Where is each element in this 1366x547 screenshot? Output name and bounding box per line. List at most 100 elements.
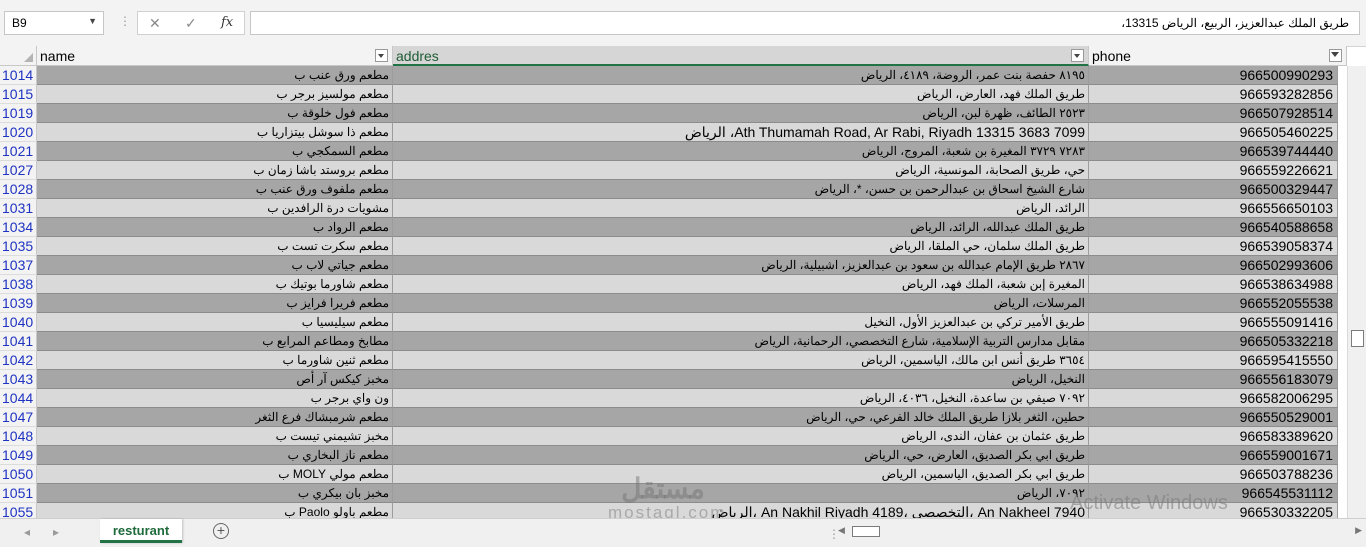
cell-phone[interactable]: 966505460225: [1089, 123, 1338, 142]
cell-address[interactable]: An Nakheel 7940 ،التخصصي ،An Nakhil Riya…: [393, 503, 1089, 518]
cell-phone[interactable]: 966505332218: [1089, 332, 1338, 351]
cell-address[interactable]: حي، طريق الصحابة، المونسية، الرياض: [393, 161, 1089, 180]
cell-phone[interactable]: 966559001671: [1089, 446, 1338, 465]
cell-name[interactable]: مطعم ذا سوشل بيتزاريا ب: [37, 123, 393, 142]
cell-phone[interactable]: 966530332205: [1089, 503, 1338, 518]
cell-phone[interactable]: 966539058374: [1089, 237, 1338, 256]
cell-address[interactable]: شارع الشيخ اسحاق بن عبدالرحمن بن حسن، *،…: [393, 180, 1089, 199]
cell-phone[interactable]: 966556183079: [1089, 370, 1338, 389]
cell-address[interactable]: طريق الملك فهد، العارض، الرياض: [393, 85, 1089, 104]
cell-name[interactable]: مشويات درة الرافدين ب: [37, 199, 393, 218]
cell-phone[interactable]: 966538634988: [1089, 275, 1338, 294]
chevron-down-icon[interactable]: ▼: [88, 16, 97, 26]
row-number[interactable]: 1043: [0, 370, 37, 389]
cell-address[interactable]: ٣٦٥٤ طريق أنس ابن مالك، الياسمين، الرياض: [393, 351, 1089, 370]
cell-address[interactable]: ٧٢٨٣ ٣٧٢٩ المغيرة بن شعبة، المروج، الريا…: [393, 142, 1089, 161]
name-box[interactable]: B9 ▼: [4, 11, 104, 35]
row-number[interactable]: 1055: [0, 503, 37, 518]
cell-name[interactable]: مطعم باولو Paolo ب: [37, 503, 393, 518]
cell-phone[interactable]: 966556650103: [1089, 199, 1338, 218]
row-number[interactable]: 1041: [0, 332, 37, 351]
row-number[interactable]: 1028: [0, 180, 37, 199]
row-number[interactable]: 1039: [0, 294, 37, 313]
scroll-left-icon[interactable]: ◀: [838, 525, 845, 536]
cell-phone[interactable]: 966500990293: [1089, 66, 1338, 85]
cell-address[interactable]: طريق الملك سلمان، حي الملقا، الرياض: [393, 237, 1089, 256]
sheet-tab-resturant[interactable]: resturant: [100, 519, 182, 543]
cell-address[interactable]: طريق عثمان بن عفان، الندى، الرياض: [393, 427, 1089, 446]
cell-name[interactable]: مطابخ ومطاعم المرابع ب: [37, 332, 393, 351]
filter-active-icon[interactable]: [1329, 49, 1342, 62]
cell-name[interactable]: مخبز بان بيكري ب: [37, 484, 393, 503]
cell-name[interactable]: مطعم ناز البخاري ب: [37, 446, 393, 465]
cell-name[interactable]: مخبز كيكس آر أص: [37, 370, 393, 389]
cell-phone[interactable]: 966507928514: [1089, 104, 1338, 123]
cell-name[interactable]: مطعم مولي MOLY ب: [37, 465, 393, 484]
formula-input[interactable]: طريق الملك عبدالعزيز، الربيع، الرياض 133…: [250, 11, 1360, 35]
cell-name[interactable]: مطعم بروستد باشا زمان ب: [37, 161, 393, 180]
cell-name[interactable]: مطعم مولسيز برجر ب: [37, 85, 393, 104]
cell-address[interactable]: حطين، الثغر بلازا طريق الملك خالد الفرعي…: [393, 408, 1089, 427]
row-number[interactable]: 1049: [0, 446, 37, 465]
row-number[interactable]: 1034: [0, 218, 37, 237]
cell-address[interactable]: ٨١٩٥ حفصة بنت عمر، الروضة، ٤١٨٩، الرياض: [393, 66, 1089, 85]
row-number[interactable]: 1048: [0, 427, 37, 446]
row-number[interactable]: 1014: [0, 66, 37, 85]
cell-address[interactable]: 7099 Ath Thumamah Road, Ar Rabi, Riyadh …: [393, 123, 1089, 142]
cell-address[interactable]: مقابل مدارس التربية الإسلامية، شارع التخ…: [393, 332, 1089, 351]
cell-phone[interactable]: 966555091416: [1089, 313, 1338, 332]
cell-address[interactable]: ٧٠٩٢، الرياض: [393, 484, 1089, 503]
row-number[interactable]: 1047: [0, 408, 37, 427]
row-number[interactable]: 1035: [0, 237, 37, 256]
cell-name[interactable]: مطعم شاورما بوتيك ب: [37, 275, 393, 294]
column-header-name[interactable]: name: [37, 46, 393, 66]
cell-name[interactable]: مطعم السمكجي ب: [37, 142, 393, 161]
cell-phone[interactable]: 966503788236: [1089, 465, 1338, 484]
row-number[interactable]: 1015: [0, 85, 37, 104]
filter-dropdown-icon[interactable]: [1071, 49, 1084, 62]
add-sheet-icon[interactable]: +: [213, 523, 229, 539]
vertical-scroll-thumb[interactable]: [1351, 330, 1364, 347]
insert-function-icon[interactable]: fx: [221, 15, 233, 30]
enter-icon[interactable]: ✓: [185, 15, 197, 32]
row-number[interactable]: 1037: [0, 256, 37, 275]
cell-address[interactable]: المغيرة إبن شعبة، الملك فهد، الرياض: [393, 275, 1089, 294]
cancel-icon[interactable]: ✕: [149, 15, 161, 32]
chevron-left-icon[interactable]: ◂: [24, 525, 30, 539]
cell-name[interactable]: مطعم سيليسيا ب: [37, 313, 393, 332]
row-number[interactable]: 1038: [0, 275, 37, 294]
cell-phone[interactable]: 966552055538: [1089, 294, 1338, 313]
cell-name[interactable]: مطعم ملفوف ورق عنب ب: [37, 180, 393, 199]
cell-phone[interactable]: 966583389620: [1089, 427, 1338, 446]
cell-name[interactable]: مطعم فريرا فرايز ب: [37, 294, 393, 313]
vertical-scrollbar[interactable]: [1347, 66, 1366, 518]
row-number[interactable]: 1021: [0, 142, 37, 161]
row-number[interactable]: 1020: [0, 123, 37, 142]
cell-phone[interactable]: 966550529001: [1089, 408, 1338, 427]
cell-phone[interactable]: 966593282856: [1089, 85, 1338, 104]
cell-address[interactable]: النخيل، الرياض: [393, 370, 1089, 389]
row-number[interactable]: 1040: [0, 313, 37, 332]
cell-phone[interactable]: 966540588658: [1089, 218, 1338, 237]
chevron-right-icon[interactable]: ▸: [53, 525, 59, 539]
cell-address[interactable]: الرائد، الرياض: [393, 199, 1089, 218]
row-number[interactable]: 1042: [0, 351, 37, 370]
cell-phone[interactable]: 966500329447: [1089, 180, 1338, 199]
cell-address[interactable]: طريق الملك عبدالله، الرائد، الرياض: [393, 218, 1089, 237]
cell-name[interactable]: مطعم سكرت تست ب: [37, 237, 393, 256]
cell-phone[interactable]: 966559226621: [1089, 161, 1338, 180]
cell-name[interactable]: ون واي برجر ب: [37, 389, 393, 408]
horizontal-scroll-thumb[interactable]: [852, 526, 880, 537]
cell-phone[interactable]: 966539744440: [1089, 142, 1338, 161]
row-number[interactable]: 1031: [0, 199, 37, 218]
column-header-phone[interactable]: phone: [1089, 46, 1347, 66]
cell-name[interactable]: مطعم الرواد ب: [37, 218, 393, 237]
cell-name[interactable]: مطعم شرمبشاك فرع الثغر: [37, 408, 393, 427]
cell-name[interactable]: مطعم ثنين شاورما ب: [37, 351, 393, 370]
drag-handle-icon[interactable]: ⋮: [119, 14, 132, 28]
row-number[interactable]: 1044: [0, 389, 37, 408]
cell-address[interactable]: ٢٨٦٧ طريق الإمام عبدالله بن سعود بن عبدا…: [393, 256, 1089, 275]
cell-address[interactable]: طريق ابي بكر الصديق، العارض، حي، الرياض: [393, 446, 1089, 465]
cell-phone[interactable]: 966595415550: [1089, 351, 1338, 370]
row-number[interactable]: 1019: [0, 104, 37, 123]
